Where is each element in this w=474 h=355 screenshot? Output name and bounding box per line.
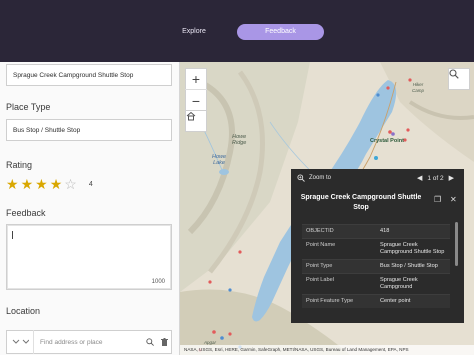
- close-icon[interactable]: ✕: [450, 195, 457, 204]
- previous-feature-icon[interactable]: ◀: [417, 174, 422, 182]
- home-button[interactable]: [185, 110, 207, 132]
- attribute-value: Sprague Creek Campground Shuttle Stop: [380, 242, 445, 255]
- rating-value: 4: [88, 180, 93, 188]
- text-caret: [12, 231, 13, 239]
- home-icon: [186, 111, 196, 121]
- attribute-key: Point Type: [306, 263, 333, 269]
- location-search: Find address or place: [6, 330, 172, 354]
- popup-title: Sprague Creek Campground Shuttle Stop: [300, 194, 422, 211]
- star-icon-1[interactable]: ★: [6, 177, 19, 191]
- map-label-howe-ridge: Howe Ridge: [232, 134, 247, 146]
- table-row: Point Name Sprague Creek Campground Shut…: [302, 238, 450, 259]
- trash-icon[interactable]: [157, 330, 171, 354]
- feedback-label: Feedback: [6, 208, 46, 218]
- star-icon-3[interactable]: ★: [35, 177, 48, 191]
- table-row: Point Feature Type Center point: [302, 294, 450, 308]
- dock-icon[interactable]: ❐: [434, 195, 441, 204]
- pager-text: 1 of 2: [427, 174, 444, 182]
- next-feature-icon[interactable]: ▶: [449, 174, 454, 182]
- char-count: 1000: [151, 279, 165, 285]
- rating-stars: ★ ★ ★ ★ ☆ 4: [6, 176, 93, 192]
- popup-title-row: Sprague Creek Campground Shuttle Stop ❐ …: [291, 191, 464, 217]
- attribute-value: Center point: [380, 298, 411, 304]
- location-search-input[interactable]: Find address or place: [33, 330, 143, 354]
- rating-label: Rating: [6, 160, 33, 170]
- table-row: Point Type Bus Stop / Shuttle Stop: [302, 259, 450, 273]
- place-type-field[interactable]: Bus Stop / Shuttle Stop: [6, 119, 172, 141]
- zoom-to-label: Zoom to: [309, 175, 332, 181]
- search-icon[interactable]: [143, 330, 157, 354]
- attribute-value: 418: [380, 228, 390, 234]
- zoom-controls: + −: [185, 68, 207, 112]
- map-label-crystal-point: Crystal Point: [370, 138, 404, 144]
- popup-scrollbar[interactable]: [455, 222, 458, 266]
- table-row: OBJECTID 418: [302, 224, 450, 238]
- attribute-key: Point Feature Type: [306, 298, 354, 304]
- attribute-key: Point Name: [306, 242, 336, 248]
- map-label-howe-lake: Howe Lake: [212, 154, 227, 166]
- map-attribution: NASA, USGS, Esri, HERE, Garmin, SafeGrap…: [180, 345, 474, 355]
- zoom-in-button[interactable]: +: [185, 69, 207, 91]
- place-type-label: Place Type: [6, 102, 51, 112]
- tab-feedback[interactable]: Feedback: [237, 24, 324, 40]
- popup-header: Zoom to ◀ 1 of 2 ▶: [291, 169, 464, 187]
- star-icon-5[interactable]: ☆: [64, 177, 77, 191]
- feedback-form: Sprague Creek Campground Shuttle Stop Pl…: [0, 62, 180, 355]
- point-name-field[interactable]: Sprague Creek Campground Shuttle Stop: [6, 64, 172, 86]
- attribute-value: Sprague Creek Campground: [380, 277, 418, 290]
- zoom-to-icon: [297, 174, 305, 182]
- attribute-key: OBJECTID: [306, 228, 334, 234]
- star-icon-2[interactable]: ★: [21, 177, 34, 191]
- feedback-textarea[interactable]: 1000: [6, 224, 172, 290]
- top-bar: Explore Feedback: [0, 0, 474, 62]
- zoom-to-button[interactable]: Zoom to: [297, 174, 331, 182]
- feature-popup: Zoom to ◀ 1 of 2 ▶ Sprague Creek Campgro…: [291, 169, 464, 323]
- attribute-value: Bus Stop / Shuttle Stop: [380, 263, 438, 269]
- attribute-table: OBJECTID 418 Point Name Sprague Creek Ca…: [302, 224, 450, 323]
- attribute-key: Point Label: [306, 277, 334, 283]
- map-search-button[interactable]: [448, 68, 470, 90]
- tab-explore[interactable]: Explore: [172, 24, 216, 40]
- map-label-hiker-camp: Hiker Camp: [412, 82, 425, 93]
- location-label: Location: [6, 306, 41, 316]
- popup-pager: ◀ 1 of 2 ▶: [417, 169, 454, 187]
- zoom-out-button[interactable]: −: [185, 90, 207, 111]
- search-icon: [449, 69, 459, 79]
- chevron-down-icon[interactable]: [7, 330, 33, 354]
- table-row: Point Label Sprague Creek Campground: [302, 273, 450, 294]
- star-icon-4[interactable]: ★: [50, 177, 63, 191]
